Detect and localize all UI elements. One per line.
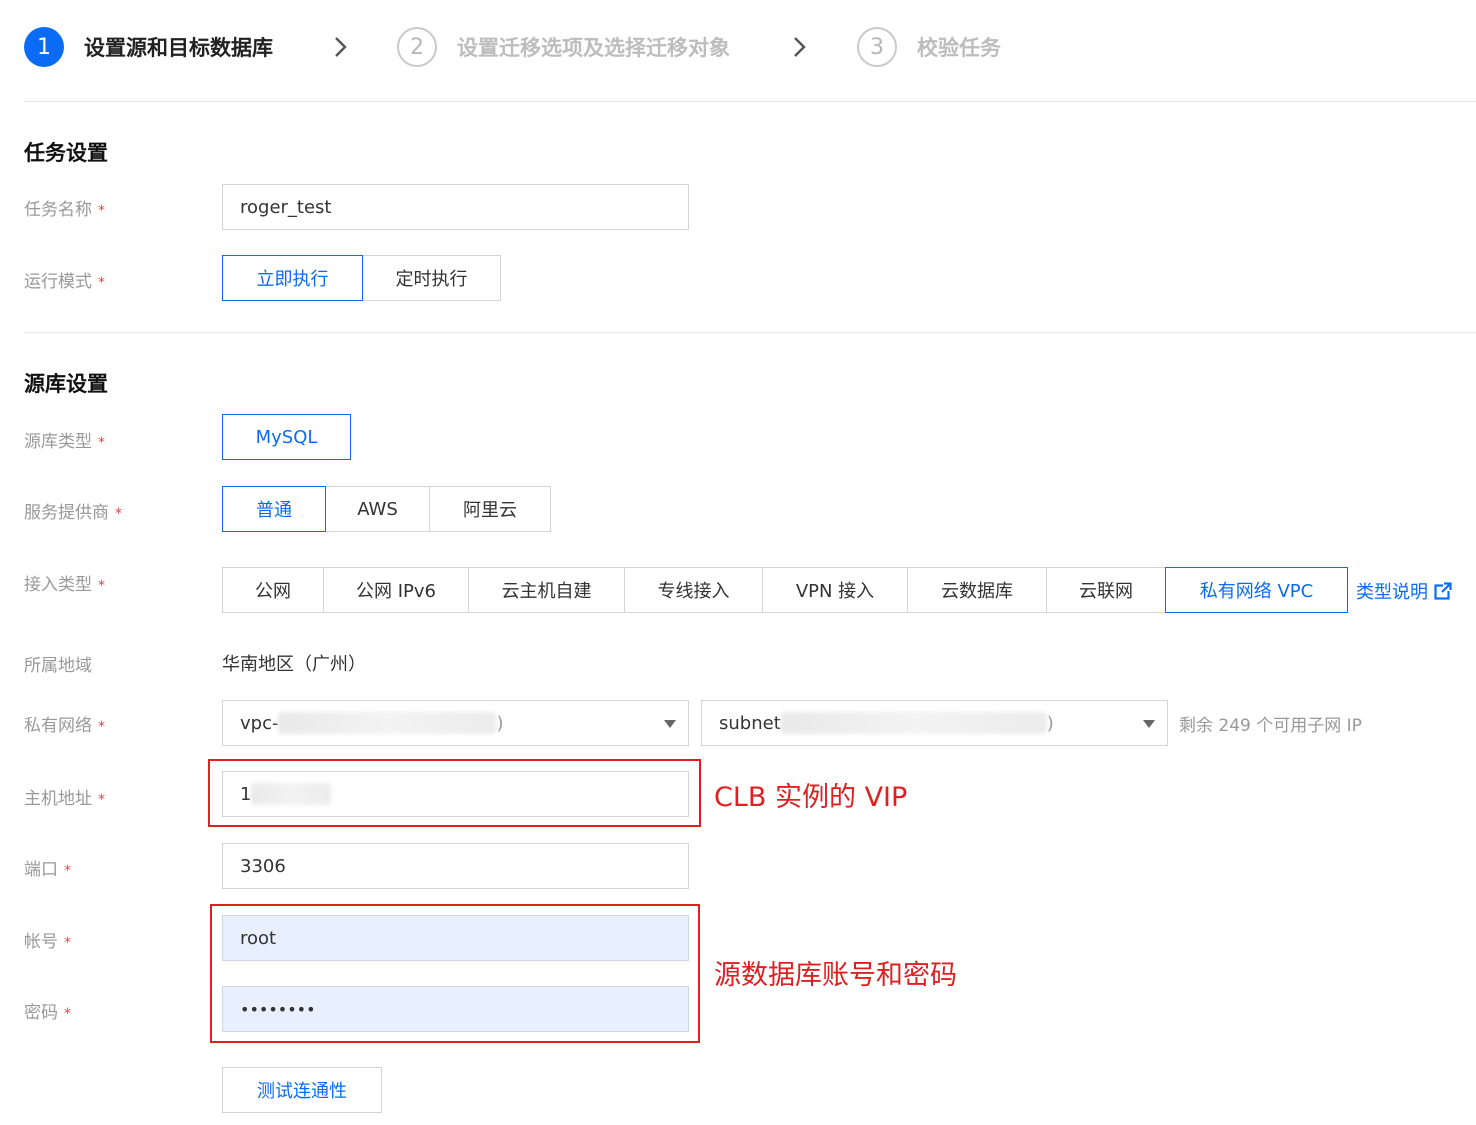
port-label: 端口 * (24, 860, 71, 880)
task-settings-title: 任务设置 (24, 141, 108, 165)
external-link-icon (1434, 582, 1452, 600)
divider (24, 332, 1476, 333)
access-cvm-selfbuilt-button[interactable]: 云主机自建 (468, 567, 625, 613)
subnet-select[interactable]: subnet ) (701, 700, 1168, 746)
chevron-down-icon (1143, 720, 1155, 728)
access-direct-connect-button[interactable]: 专线接入 (624, 567, 763, 613)
provider-aliyun-button[interactable]: 阿里云 (429, 486, 551, 532)
redacted-text (780, 712, 1047, 734)
chevron-right-icon (794, 37, 806, 57)
password-label: 密码 * (24, 1003, 71, 1023)
source-settings-title: 源库设置 (24, 372, 108, 396)
access-cloud-db-button[interactable]: 云数据库 (907, 567, 1047, 613)
chevron-right-icon (335, 37, 347, 57)
step-2-label: 设置迁移选项及选择迁移对象 (457, 36, 730, 60)
subnet-available-hint: 剩余 249 个可用子网 IP (1179, 716, 1362, 736)
divider (24, 101, 1476, 102)
step-3-label: 校验任务 (917, 36, 1001, 60)
access-public-ipv6-button[interactable]: 公网 IPv6 (323, 567, 469, 613)
provider-aws-button[interactable]: AWS (325, 486, 430, 532)
vpc-label: 私有网络 * (24, 716, 105, 736)
redacted-text (278, 712, 497, 734)
region-value: 华南地区（广州） (222, 654, 366, 675)
task-name-input[interactable]: roger_test (222, 184, 689, 230)
vpc-select-suffix: ) (496, 712, 504, 734)
provider-normal-button[interactable]: 普通 (222, 486, 326, 532)
step-3-number: 3 (857, 27, 897, 67)
account-label: 帐号 * (24, 932, 71, 952)
annotation-box-credentials (210, 904, 700, 1043)
access-type-label: 接入类型 * (24, 575, 105, 595)
host-label: 主机地址 * (24, 789, 105, 809)
annotation-host-note: CLB 实例的 VIP (714, 782, 908, 813)
run-mode-scheduled-button[interactable]: 定时执行 (362, 255, 501, 301)
access-ccn-button[interactable]: 云联网 (1046, 567, 1166, 613)
port-input[interactable]: 3306 (222, 843, 689, 889)
step-1-number: 1 (24, 27, 64, 67)
access-public-button[interactable]: 公网 (222, 567, 324, 613)
access-vpc-button[interactable]: 私有网络 VPC (1165, 567, 1348, 613)
test-connection-button[interactable]: 测试连通性 (222, 1067, 382, 1113)
provider-label: 服务提供商 * (24, 503, 122, 523)
db-type-mysql-button[interactable]: MySQL (222, 414, 351, 460)
access-vpn-button[interactable]: VPN 接入 (762, 567, 908, 613)
step-1-label: 设置源和目标数据库 (84, 36, 273, 60)
chevron-down-icon (664, 720, 676, 728)
db-type-label: 源库类型 * (24, 432, 105, 452)
vpc-select-value: vpc- (240, 712, 279, 734)
run-mode-label: 运行模式 * (24, 272, 105, 292)
subnet-select-suffix: ) (1046, 712, 1054, 734)
region-label: 所属地域 (24, 656, 92, 676)
subnet-select-value: subnet (719, 712, 781, 734)
step-2-number: 2 (397, 27, 437, 67)
run-mode-immediate-button[interactable]: 立即执行 (222, 255, 363, 301)
type-help-link-label: 类型说明 (1356, 582, 1428, 603)
annotation-box-host (208, 759, 701, 827)
annotation-credentials-note: 源数据库账号和密码 (714, 960, 957, 991)
task-name-label: 任务名称 * (24, 200, 105, 220)
type-help-link[interactable]: 类型说明 (1356, 578, 1452, 604)
vpc-select[interactable]: vpc- ) (222, 700, 689, 746)
